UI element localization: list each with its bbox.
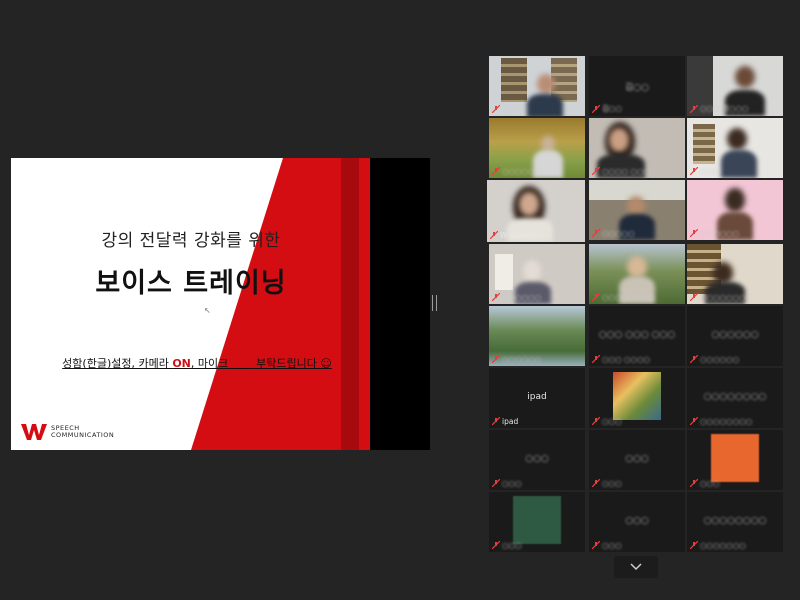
- participant-name-center: ○○○○○○: [711, 330, 759, 340]
- participant-tile[interactable]: ○○○○○○ ○○○○○○: [687, 306, 783, 366]
- participant-name-center: ○○○: [625, 516, 649, 526]
- participant-tile[interactable]: ○○○○○○: [687, 180, 783, 240]
- participant-name: ○○○: [700, 479, 720, 488]
- participant-tile[interactable]: ○○○: [687, 118, 783, 178]
- participant-tile[interactable]: ○○○○○○: [489, 306, 585, 366]
- participant-tile[interactable]: ○○○○○○○○: [589, 244, 685, 304]
- participant-name-center: ○○○○○○○○: [703, 392, 767, 402]
- participant-name: ○○○: [602, 479, 622, 488]
- participant-name: ○○○ ○○○○: [602, 355, 651, 364]
- muted-mic-icon: [592, 293, 600, 301]
- participant-name: 김○○: [602, 104, 622, 113]
- w-speech-logo: SPEECH COMMUNICATION: [21, 424, 114, 440]
- slide-notice: 성함(한글)설정, 카메라 ON, 마이크OFF 부탁드립니다 ☺: [62, 357, 332, 370]
- muted-mic-icon: [592, 355, 600, 363]
- participant-name: ipad: [502, 417, 519, 426]
- muted-mic-icon: [690, 105, 698, 113]
- slide-title: 보이스 트레이닝: [95, 268, 287, 299]
- participant-name: ○○○○○○: [502, 355, 542, 364]
- shared-screen-slide: 강의 전달력 강화를 위한 보이스 트레이닝 ↖ 성함(한글)설정, 카메라 O…: [11, 158, 430, 450]
- participant-name: ○○○○○○: [502, 167, 542, 176]
- muted-mic-icon: [592, 167, 600, 175]
- avatar: [513, 496, 561, 544]
- participant-tile[interactable]: ○○○ ○○○: [589, 430, 685, 490]
- muted-mic-icon: [690, 479, 698, 487]
- muted-mic-icon: [690, 293, 698, 301]
- participant-tile[interactable]: ○○○: [589, 368, 685, 428]
- muted-mic-icon: [492, 167, 500, 175]
- slide-red-shapes: [191, 158, 371, 450]
- participant-name: ○○○○○○○○: [700, 417, 753, 426]
- participant-name-center: ipad: [527, 392, 547, 402]
- gallery-next-page-button[interactable]: [614, 556, 658, 578]
- participant-name: ○○○: [502, 479, 522, 488]
- avatar: [613, 372, 661, 420]
- participant-name: 김○○: [502, 104, 522, 113]
- participant-name: ○○○○○: [602, 229, 635, 238]
- muted-mic-icon: [592, 479, 600, 487]
- logo-line-2: COMMUNICATION: [51, 431, 115, 439]
- muted-mic-icon: [492, 355, 500, 363]
- participant-tile[interactable]: ○○○○○○: [489, 118, 585, 178]
- slide-subtitle: 강의 전달력 강화를 위한: [101, 231, 281, 251]
- muted-mic-icon: [592, 541, 600, 549]
- participant-tile[interactable]: ○○○○○○: [489, 244, 585, 304]
- participant-tile[interactable]: ○○○○○: [589, 180, 685, 240]
- participant-name-center: ○○○: [625, 454, 649, 464]
- muted-mic-icon: [690, 541, 698, 549]
- muted-mic-icon: [690, 167, 698, 175]
- muted-mic-icon: [690, 355, 698, 363]
- participant-tile[interactable]: ipad ipad: [489, 368, 585, 428]
- participant-name-center: 김○○: [625, 83, 649, 93]
- participant-name-center: ○○○: [525, 454, 549, 464]
- participant-tile[interactable]: ○○○ ○○○ ○○○ ○○○ ○○○○: [589, 306, 685, 366]
- muted-mic-icon: [492, 293, 500, 301]
- participant-name: ○○○○ ○○○: [602, 167, 651, 176]
- participant-name: ○○○: [602, 541, 622, 550]
- participant-name: ○○○○○○○○: [700, 293, 753, 302]
- participant-tile[interactable]: ○○○: [489, 492, 585, 552]
- participant-tile[interactable]: 김○○ 김○○: [589, 56, 685, 116]
- participant-tile[interactable]: 김○○: [489, 56, 585, 116]
- muted-mic-icon: [690, 417, 698, 425]
- participant-name: ○○○: [502, 541, 522, 550]
- muted-mic-icon: [490, 231, 498, 239]
- split-view-handle[interactable]: [432, 295, 437, 311]
- muted-mic-icon: [492, 541, 500, 549]
- participant-tile[interactable]: ○○○○○○○○: [687, 244, 783, 304]
- participant-name: ○○○○○○○: [700, 541, 746, 550]
- participant-name: ○○○○○○○○: [602, 293, 655, 302]
- participant-tile[interactable]: ○○○: [687, 430, 783, 490]
- muted-mic-icon: [492, 417, 500, 425]
- participant-name-center: ○○○○○○○○: [703, 516, 767, 526]
- muted-mic-icon: [592, 229, 600, 237]
- participant-tile[interactable]: ○○○ ○○○: [489, 430, 585, 490]
- participant-name: ○○○: [602, 417, 622, 426]
- participant-name: ○○○: [700, 167, 720, 176]
- mouse-cursor-icon: ↖: [204, 306, 211, 315]
- chevron-down-icon: [630, 563, 642, 571]
- avatar: [711, 434, 759, 482]
- participant-name-center: ○○○ ○○○ ○○○: [598, 330, 676, 340]
- participant-tile[interactable]: ○○○○○○○○ ○○○○○○○○: [687, 368, 783, 428]
- muted-mic-icon: [690, 229, 698, 237]
- muted-mic-icon: [592, 417, 600, 425]
- meeting-window: 강의 전달력 강화를 위한 보이스 트레이닝 ↖ 성함(한글)설정, 카메라 O…: [0, 0, 800, 600]
- w-logo-icon: [21, 424, 47, 440]
- participant-tile-active-speaker[interactable]: W speech: [487, 180, 585, 242]
- participant-name: ○○○○○○: [502, 293, 542, 302]
- participant-name: ○○○○○○: [700, 355, 740, 364]
- participant-tile[interactable]: ○○○○○○○○ ○○○○○○○: [687, 492, 783, 552]
- participant-tile[interactable]: ○○○ ○○○: [589, 492, 685, 552]
- participant-name: W speech: [500, 231, 537, 240]
- participant-tile[interactable]: ○○○ 정○○○: [687, 56, 783, 116]
- slide-black-edge: [370, 158, 430, 450]
- participant-name: ○○○ 정○○○: [700, 104, 749, 113]
- muted-mic-icon: [592, 105, 600, 113]
- participant-name: ○○○○○○: [700, 229, 740, 238]
- muted-mic-icon: [492, 479, 500, 487]
- muted-mic-icon: [492, 105, 500, 113]
- participant-tile[interactable]: ○○○○ ○○○: [589, 118, 685, 178]
